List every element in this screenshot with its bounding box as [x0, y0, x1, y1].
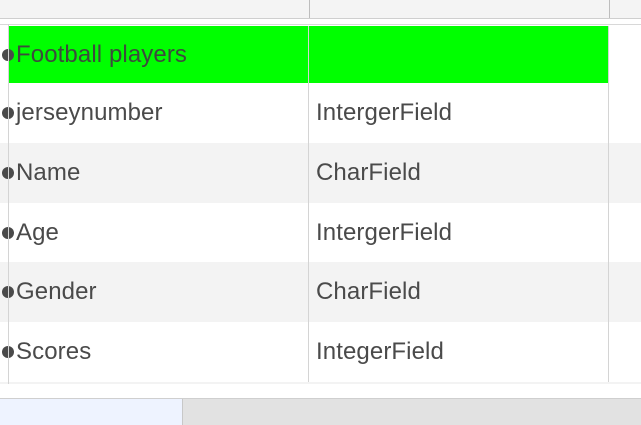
table-cell-field[interactable]: Name: [2, 143, 309, 203]
cell-text: Age: [16, 218, 60, 246]
cell-text: Gender: [16, 278, 97, 305]
table-cell-type[interactable]: IntergerField: [309, 203, 609, 262]
table-cell-type[interactable]: IntegerField: [309, 322, 609, 382]
cell-text: CharField: [316, 278, 421, 305]
table-top-gap: [0, 19, 641, 25]
table-left-border: [8, 24, 9, 384]
table-cell-title[interactable]: Football players: [2, 26, 309, 83]
cell-text: CharField: [316, 159, 421, 186]
table-cell-type[interactable]: [309, 26, 609, 83]
header-divider: [609, 0, 610, 18]
sheet-tab[interactable]: [0, 399, 183, 425]
column-header-strip: [0, 0, 641, 19]
table-cell-field[interactable]: Scores: [2, 322, 309, 382]
cell-text: IntegerField: [316, 338, 444, 365]
spreadsheet: Football players jerseynumber IntergerFi…: [0, 0, 641, 425]
cell-text: Football players: [16, 40, 188, 68]
table-row: Age IntergerField: [0, 203, 641, 262]
table-bottom-area: [0, 384, 641, 399]
table-row: Scores IntegerField: [0, 322, 641, 382]
table-row: Name CharField: [0, 143, 641, 203]
table-row: jerseynumber IntergerField: [0, 83, 641, 143]
table-cell-field[interactable]: jerseynumber: [2, 83, 309, 143]
cell-text: Scores: [16, 338, 92, 365]
table-cell-type[interactable]: CharField: [309, 262, 609, 322]
table-cell-field[interactable]: Age: [2, 203, 309, 262]
status-bar: [0, 399, 641, 425]
cell-text: Name: [16, 159, 81, 186]
table-row: Gender CharField: [0, 262, 641, 322]
table-cell-type[interactable]: IntergerField: [309, 83, 609, 143]
table-row: Football players: [0, 26, 641, 83]
cell-text: IntergerField: [316, 99, 453, 126]
header-divider: [309, 0, 310, 18]
cell-text: jerseynumber: [16, 99, 163, 126]
table-cell-type[interactable]: CharField: [309, 143, 609, 203]
cell-text: IntergerField: [316, 218, 453, 246]
table-cell-field[interactable]: Gender: [2, 262, 309, 322]
